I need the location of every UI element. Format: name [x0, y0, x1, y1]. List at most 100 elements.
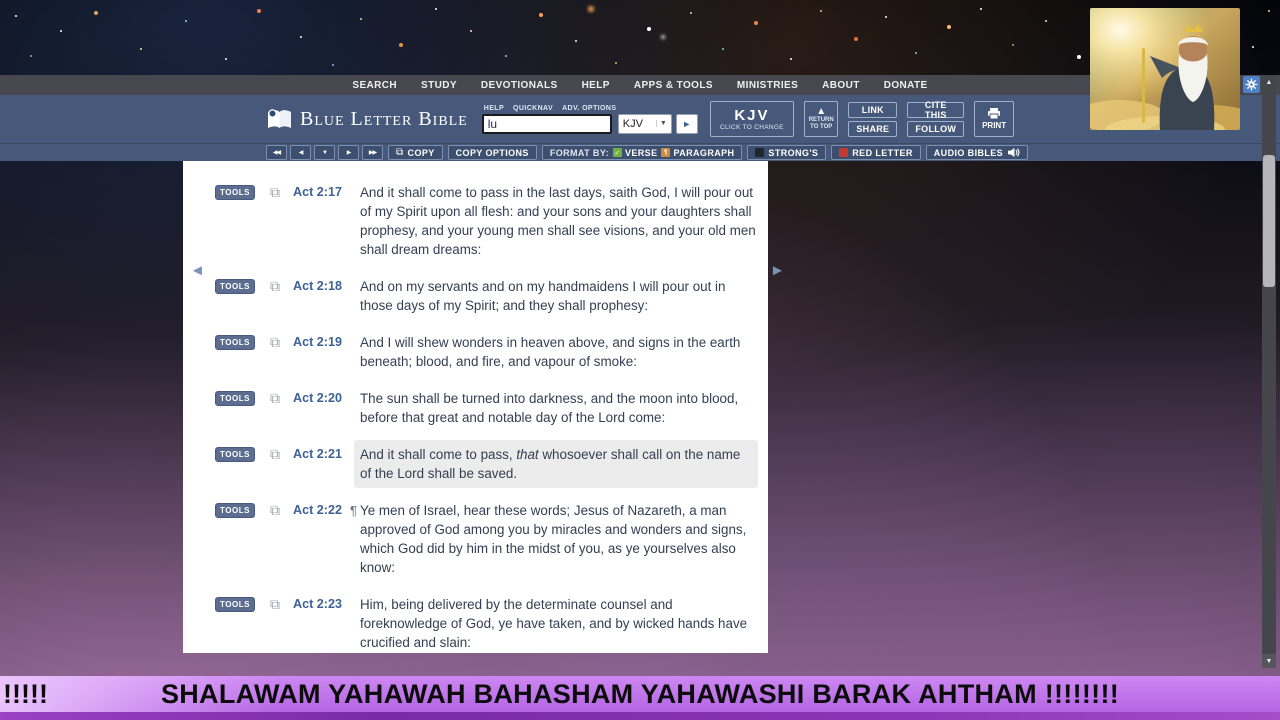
tools-button[interactable]: TOOLS — [215, 597, 255, 612]
format-verse-toggle[interactable]: VERSE — [612, 147, 658, 158]
red-letter-label: RED LETTER — [852, 147, 913, 158]
verse-reference-link[interactable]: Act 2:19 — [293, 333, 350, 352]
copy-cell: ⧉ — [270, 333, 293, 352]
prev-chapter-arrow[interactable]: ◄ — [190, 263, 205, 278]
audio-bibles-button[interactable]: AUDIO BIBLES — [925, 145, 1029, 160]
nav-item-donate[interactable]: DONATE — [872, 80, 940, 91]
share-button[interactable]: SHARE — [848, 120, 898, 137]
printer-icon — [988, 108, 1001, 119]
last-chapter-button[interactable]: ▶▶ — [362, 145, 383, 160]
mini-link-help[interactable]: HELP — [484, 105, 504, 112]
nav-item-study[interactable]: STUDY — [409, 80, 469, 91]
tools-button[interactable]: TOOLS — [215, 279, 255, 294]
mini-link-adv-options[interactable]: ADV. OPTIONS — [562, 105, 616, 112]
tools-button[interactable]: TOOLS — [215, 185, 255, 200]
up-arrow-icon: ▲ — [816, 106, 827, 117]
nav-item-help[interactable]: HELP — [570, 80, 622, 91]
verse-text: Him, being delivered by the determinate … — [360, 597, 748, 650]
red-letter-toggle-icon — [839, 148, 849, 157]
strongs-toggle-icon — [755, 148, 765, 157]
tools-button[interactable]: TOOLS — [215, 447, 255, 462]
verse-text: And it shall come to pass, that whosoeve… — [354, 440, 758, 488]
copy-verse-icon[interactable]: ⧉ — [270, 184, 280, 200]
copy-options-button[interactable]: COPY OPTIONS — [447, 145, 537, 160]
chapter-dropdown-button[interactable]: ▼ — [314, 145, 335, 160]
scroll-down-arrow[interactable]: ▼ — [1262, 654, 1276, 668]
verse-text: And on my servants and on my handmaidens… — [360, 279, 726, 313]
version-select[interactable]: KJV ▼ — [617, 113, 672, 134]
banner-main-text: SHALAWAM YAHAWAH BAHASHAM YAHAWASHI BARA… — [160, 679, 1120, 709]
verse-row: TOOLS ⧉ Act 2:20 The sun shall be turned in… — [215, 389, 758, 427]
audio-bibles-label: AUDIO BIBLES — [933, 147, 1004, 158]
verse-reference-link[interactable]: Act 2:23 — [293, 595, 350, 614]
search-go-button[interactable]: ► — [675, 113, 698, 134]
tools-button[interactable]: TOOLS — [215, 391, 255, 406]
version-sublabel: CLICK TO CHANGE — [719, 123, 784, 131]
version-change-button[interactable]: KJV CLICK TO CHANGE — [709, 101, 795, 137]
verse-reference-link[interactable]: Act 2:17 — [293, 183, 350, 202]
copy-cell: ⧉ — [270, 389, 293, 408]
strongs-toggle-button[interactable]: STRONG'S — [747, 145, 827, 160]
verse-reference-link[interactable]: Act 2:18 — [293, 277, 350, 296]
verse-list: TOOLS ⧉ Act 2:17 And it shall come to pass … — [215, 183, 758, 652]
copy-verse-icon[interactable]: ⧉ — [270, 502, 280, 518]
blb-logo-home-link[interactable]: Blue Letter Bible — [266, 108, 468, 131]
nav-item-apps-tools[interactable]: APPS & TOOLS — [622, 80, 725, 91]
chapter-nav: ◀◀ ◀ ▼ ▶ ▶▶ — [266, 145, 383, 160]
verse-row: TOOLS ⧉ Act 2:23 Him, being delivered by th… — [215, 595, 758, 652]
copy-verse-icon[interactable]: ⧉ — [270, 278, 280, 294]
verse-row: TOOLS ⧉ Act 2:19 And I will shew wonders in… — [215, 333, 758, 371]
banner-left-text: !!!!! — [3, 679, 48, 709]
strongs-label: STRONG'S — [768, 147, 819, 158]
brand-title: Blue Letter Bible — [300, 107, 468, 130]
copy-verse-icon[interactable]: ⧉ — [270, 596, 280, 612]
mini-link-quicknav[interactable]: QUICKNAV — [513, 105, 553, 112]
nav-item-ministries[interactable]: MINISTRIES — [725, 80, 810, 91]
copy-verse-icon[interactable]: ⧉ — [270, 446, 280, 462]
copy-cell: ⧉ — [270, 501, 293, 520]
paragraph-format-label: PARAGRAPH — [673, 147, 735, 158]
video-frame: SEARCH STUDY DEVOTIONALS HELP APPS & TOOLS MI… — [0, 0, 1280, 720]
nav-item-about[interactable]: ABOUT — [810, 80, 872, 91]
copy-verse-icon[interactable]: ⧉ — [270, 390, 280, 406]
return-to-top-label: RETURN TO TOP — [808, 117, 834, 130]
nav-item-search[interactable]: SEARCH — [340, 80, 409, 91]
scrollbar: ▲ ▼ — [1262, 75, 1276, 668]
go-arrow-icon: ► — [682, 118, 692, 129]
copy-button[interactable]: ⧉ COPY — [388, 145, 443, 160]
prev-chapter-button[interactable]: ◀ — [290, 145, 311, 160]
blb-toolbar: ◀◀◀▼▶▶▶ ⧉ COPY COPY OPTIONS FORMAT BY: V… — [0, 143, 1280, 161]
search-input[interactable] — [481, 113, 612, 134]
follow-button[interactable]: FOLLOW — [907, 120, 965, 137]
gear-icon — [1245, 78, 1258, 91]
verse-format-label: VERSE — [624, 147, 658, 158]
starfield-background — [0, 0, 2, 2]
corner-portrait-image — [1090, 8, 1240, 130]
print-button[interactable]: PRINT — [974, 101, 1014, 137]
cite-this-button[interactable]: CITE THIS — [907, 100, 965, 120]
tools-button[interactable]: TOOLS — [215, 335, 255, 350]
scrollbar-thumb[interactable] — [1263, 155, 1275, 287]
verse-row: TOOLS ⧉ Act 2:21 And it shall come to pass,… — [215, 440, 758, 488]
settings-gear-button[interactable] — [1243, 76, 1260, 93]
bible-content-panel: TOOLS ⧉ Act 2:17 And it shall come to pass … — [183, 161, 768, 653]
next-chapter-button[interactable]: ▶ — [338, 145, 359, 160]
verse-reference-link[interactable]: Act 2:20 — [293, 389, 350, 408]
verse-reference-link[interactable]: Act 2:21 — [293, 445, 350, 464]
verse-reference-link[interactable]: Act 2:22 — [293, 501, 350, 520]
tools-button[interactable]: TOOLS — [215, 503, 255, 518]
mini-links: HELP QUICKNAV ADV. OPTIONS — [484, 105, 698, 112]
link-button[interactable]: LINK — [848, 101, 898, 118]
verse-format-check-icon — [612, 148, 622, 157]
format-paragraph-toggle[interactable]: PARAGRAPH — [661, 148, 734, 158]
return-to-top-button[interactable]: ▲ RETURN TO TOP — [804, 101, 839, 137]
scroll-up-arrow[interactable]: ▲ — [1262, 75, 1276, 89]
copy-cell: ⧉ — [270, 277, 293, 296]
next-chapter-arrow[interactable]: ► — [770, 263, 785, 278]
first-chapter-button[interactable]: ◀◀ — [266, 145, 287, 160]
red-letter-toggle-button[interactable]: RED LETTER — [831, 145, 921, 160]
nav-item-devotionals[interactable]: DEVOTIONALS — [469, 80, 570, 91]
copy-verse-icon[interactable]: ⧉ — [270, 334, 280, 350]
bottom-banner: !!!!! SHALAWAM YAHAWAH BAHASHAM YAHAWASH… — [0, 676, 1280, 712]
verse-row: TOOLS ⧉ Act 2:18 And on my servants and on … — [215, 277, 758, 315]
